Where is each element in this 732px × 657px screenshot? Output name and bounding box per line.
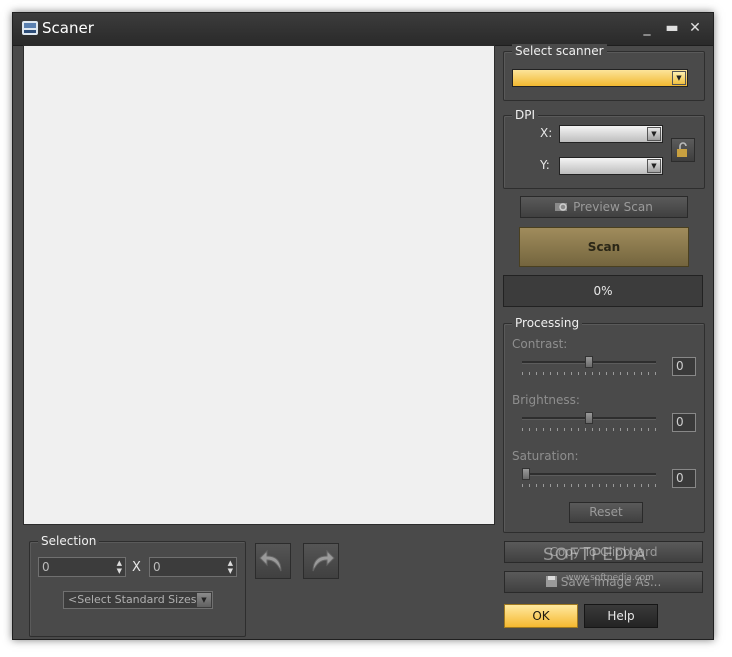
- softpedia-watermark: SOFTPEDIA: [543, 545, 647, 565]
- scan-label: Scan: [587, 240, 621, 254]
- selection-group: Selection 0 ▲ ▼ X 0 ▲ ▼ <Select Standard S…: [29, 534, 246, 637]
- lock-icon: [677, 142, 687, 157]
- brightness-value[interactable]: 0: [672, 413, 696, 432]
- window-title: Scaner: [42, 19, 94, 37]
- help-button[interactable]: Help: [584, 604, 658, 628]
- scan-button[interactable]: Scan: [519, 227, 689, 267]
- undo-button[interactable]: [255, 543, 291, 579]
- dpi-group: DPI X: ▼ Y: ▼: [503, 108, 705, 189]
- reset-label: Reset: [589, 505, 623, 519]
- scan-progress-bar: 0%: [503, 275, 703, 307]
- selection-width-spinner[interactable]: 0 ▲ ▼: [38, 557, 126, 577]
- chevron-down-icon[interactable]: ▼: [647, 127, 661, 141]
- standard-sizes-value: <Select Standard Sizes>: [68, 593, 206, 606]
- processing-label: Processing: [512, 316, 583, 330]
- saturation-slider-track[interactable]: [522, 473, 656, 476]
- chevron-down-icon[interactable]: ▼: [672, 71, 686, 85]
- save-disk-icon: [545, 576, 557, 587]
- standard-sizes-dropdown[interactable]: <Select Standard Sizes> ▼: [63, 591, 213, 609]
- progress-text: 0%: [593, 284, 613, 298]
- contrast-slider-thumb[interactable]: [585, 356, 593, 368]
- maximize-icon[interactable]: ▬: [663, 19, 681, 37]
- saturation-label: Saturation:: [512, 449, 579, 463]
- contrast-label: Contrast:: [512, 337, 568, 351]
- redo-arrow-icon: [312, 549, 335, 572]
- saturation-slider-ticks: [522, 484, 656, 487]
- scanner-window: Scaner _ ▬ ✕ Select scanner ▼ DPI X: ▼ Y…: [12, 12, 714, 640]
- processing-group: Processing Contrast: 0 Brightness: 0 Sat…: [503, 316, 705, 533]
- brightness-slider-ticks: [522, 428, 656, 431]
- preview-scan-label: Preview Scan: [573, 200, 653, 214]
- undo-arrow-icon: [259, 549, 282, 572]
- scanner-dropdown[interactable]: ▼: [512, 69, 688, 87]
- preview-scan-icon: [555, 203, 568, 211]
- contrast-value[interactable]: 0: [672, 357, 696, 376]
- brightness-label: Brightness:: [512, 393, 580, 407]
- spinner-arrows-icon[interactable]: ▲ ▼: [117, 559, 122, 575]
- selection-separator: X: [132, 560, 141, 575]
- reset-button[interactable]: Reset: [569, 502, 643, 523]
- brightness-slider-thumb[interactable]: [585, 412, 593, 424]
- redo-button[interactable]: [303, 543, 339, 579]
- saturation-value[interactable]: 0: [672, 469, 696, 488]
- dpi-x-dropdown[interactable]: ▼: [559, 125, 663, 143]
- preview-scan-button[interactable]: Preview Scan: [520, 196, 688, 218]
- ok-label: OK: [532, 609, 550, 623]
- contrast-slider-ticks: [522, 372, 656, 375]
- select-scanner-label: Select scanner: [512, 44, 607, 58]
- selection-label: Selection: [38, 534, 100, 548]
- dpi-y-dropdown[interactable]: ▼: [559, 157, 663, 175]
- select-scanner-group: Select scanner ▼: [503, 44, 705, 101]
- dpi-lock-button[interactable]: [671, 138, 695, 162]
- softpedia-watermark-url: www.softpedia.com: [566, 573, 654, 583]
- selection-height-spinner[interactable]: 0 ▲ ▼: [149, 557, 237, 577]
- selection-height-value: 0: [153, 560, 161, 574]
- scanner-app-icon: [22, 21, 38, 35]
- title-bar[interactable]: Scaner _ ▬ ✕: [13, 13, 713, 46]
- selection-width-value: 0: [42, 560, 50, 574]
- minimize-icon[interactable]: _: [638, 19, 656, 37]
- spinner-arrows-icon[interactable]: ▲ ▼: [228, 559, 233, 575]
- chevron-down-icon[interactable]: ▼: [647, 159, 661, 173]
- close-icon[interactable]: ✕: [686, 19, 704, 37]
- ok-button[interactable]: OK: [504, 604, 578, 628]
- dpi-label: DPI: [512, 108, 539, 122]
- scan-preview-area[interactable]: [23, 45, 495, 525]
- dpi-y-label: Y:: [540, 158, 550, 172]
- chevron-down-icon[interactable]: ▼: [197, 593, 211, 607]
- dpi-x-label: X:: [540, 126, 553, 140]
- help-label: Help: [607, 609, 635, 623]
- saturation-slider-thumb[interactable]: [522, 468, 530, 480]
